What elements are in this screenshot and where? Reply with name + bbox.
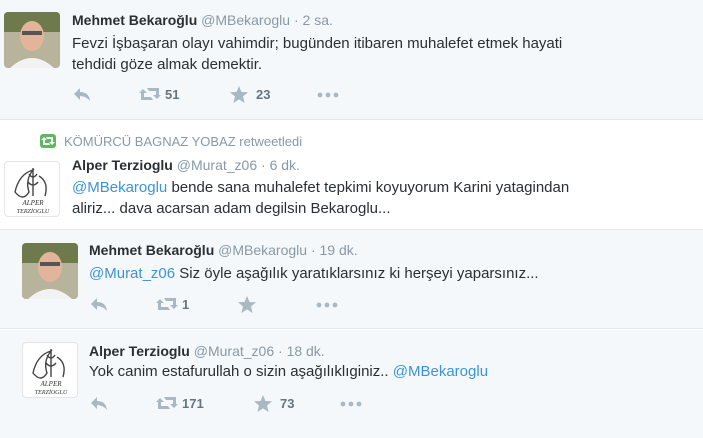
tweet-text-segment: bende sana muhalefet tepkimi koyuyorum K… xyxy=(167,179,570,196)
avatar-alper-logo[interactable]: ALPER TERZİOGLU xyxy=(22,342,78,398)
tweet-text-line: aliriz... dava acarsan adam degilsin Bek… xyxy=(72,200,391,217)
author-name[interactable]: Alper Terzioglu xyxy=(89,343,190,359)
alper-logo-icon: ALPER TERZİOGLU xyxy=(14,168,50,215)
tweet-2[interactable]: KÖMÜRCÜ BAGNAZ YOBAZ retweetledi ALPER T… xyxy=(0,121,703,229)
retweet-icon xyxy=(156,298,178,310)
tweet-text: @Murat_z06 Siz öyle aşağılık yaratıklars… xyxy=(89,263,539,284)
alper-logo-icon: ALPER TERZİOGLU xyxy=(32,349,68,396)
tweet-text-line: tehdidi göze almak demektir. xyxy=(72,56,263,73)
reply-icon xyxy=(91,397,107,410)
more-dots-icon xyxy=(340,401,362,407)
tweet-header: Alper Terzioglu @Murat_z06 · 6 dk. xyxy=(72,156,300,174)
tweet-text-line: Fevzi İşbaşaran olayı vahimdir; bugünden… xyxy=(72,35,563,52)
avatar-mehmet[interactable] xyxy=(4,12,60,68)
tweet-1[interactable]: Mehmet Bekaroğlu @MBekaroglu · 2 sa. Fev… xyxy=(0,0,703,120)
tweet-3[interactable]: Mehmet Bekaroğlu @MBekaroglu · 19 dk. @M… xyxy=(0,229,703,329)
tweet-text: Fevzi İşbaşaran olayı vahimdir; bugünden… xyxy=(72,33,562,75)
tweet-text: @MBekaroglu bende sana muhalefet tepkimi… xyxy=(72,177,569,219)
separator-dot: · xyxy=(278,343,283,359)
author-handle[interactable]: @Murat_z06 xyxy=(177,157,257,173)
retweet-context: KÖMÜRCÜ BAGNAZ YOBAZ retweetledi xyxy=(40,134,302,149)
logo-text-bottom: TERZİOGLU xyxy=(17,208,50,215)
tweet-time[interactable]: 6 dk. xyxy=(270,157,300,173)
tweet-text-line: Yok canim estafurullah o sizin aşağılıkl… xyxy=(89,361,488,382)
tweet-time[interactable]: 2 sa. xyxy=(303,12,333,28)
author-name[interactable]: Alper Terzioglu xyxy=(72,157,173,173)
author-handle[interactable]: @MBekaroglu xyxy=(201,12,290,28)
avatar-mehmet[interactable] xyxy=(22,243,78,299)
separator-dot: · xyxy=(293,12,299,28)
author-name[interactable]: Mehmet Bekaroğlu xyxy=(89,242,214,258)
avatar-alper-logo[interactable]: ALPER TERZİOGLU xyxy=(4,161,60,217)
logo-text-top: ALPER xyxy=(40,380,63,388)
reply-icon xyxy=(74,88,90,101)
tweet-header: Alper Terzioglu @Murat_z06 · 18 dk. xyxy=(89,342,325,360)
tweet-header: Mehmet Bekaroğlu @MBekaroglu · 19 dk. xyxy=(89,241,358,259)
retweet-icon xyxy=(139,88,161,100)
favorite-count: 73 xyxy=(280,396,295,411)
mention-link[interactable]: @MBekaroglu xyxy=(393,363,488,380)
logo-text-top: ALPER xyxy=(22,199,45,207)
separator-dot: · xyxy=(310,242,316,258)
mention-link[interactable]: @Murat_z06 xyxy=(89,265,175,282)
retweet-icon xyxy=(156,397,178,409)
separator-dot: · xyxy=(261,157,266,173)
logo-text-bottom: TERZİOGLU xyxy=(35,389,68,396)
more-dots-icon xyxy=(316,302,338,308)
retweet-context-text[interactable]: KÖMÜRCÜ BAGNAZ YOBAZ retweetledi xyxy=(64,134,302,149)
tweet-text-segment: Yok canim estafurullah o sizin aşağılıkl… xyxy=(89,363,393,380)
favorite-count: 23 xyxy=(256,87,271,102)
author-handle[interactable]: @MBekaroglu xyxy=(218,242,307,258)
tweet-4[interactable]: ALPER TERZİOGLU Alper Terzioglu @Murat_z… xyxy=(0,330,703,438)
tweet-text: Yok canim estafurullah o sizin aşağılıkl… xyxy=(89,361,488,382)
retweet-count: 1 xyxy=(182,297,190,312)
author-name[interactable]: Mehmet Bekaroğlu xyxy=(72,12,197,28)
more-dots-icon xyxy=(317,92,339,98)
avatar-photo-icon xyxy=(22,243,78,299)
favorite-star-icon xyxy=(230,86,248,103)
tweet-time[interactable]: 18 dk. xyxy=(287,343,325,359)
retweet-badge-icon xyxy=(40,134,56,148)
tweet-header: Mehmet Bekaroğlu @MBekaroglu · 2 sa. xyxy=(72,11,333,29)
author-handle[interactable]: @Murat_z06 xyxy=(194,343,274,359)
avatar-photo-icon xyxy=(4,12,60,68)
tweet-text-segment: Siz öyle aşağılık yaratıklarsınız ki her… xyxy=(175,265,539,282)
tweet-text-line: @Murat_z06 Siz öyle aşağılık yaratıklars… xyxy=(89,263,539,284)
favorite-star-icon xyxy=(238,296,256,313)
tweet-text-line: @MBekaroglu bende sana muhalefet tepkimi… xyxy=(72,177,569,198)
tweet-time[interactable]: 19 dk. xyxy=(320,242,358,258)
retweet-count: 171 xyxy=(182,396,204,411)
reply-icon xyxy=(91,298,107,311)
mention-link[interactable]: @MBekaroglu xyxy=(72,179,167,196)
retweet-count: 51 xyxy=(165,87,180,102)
favorite-star-icon xyxy=(254,395,272,412)
